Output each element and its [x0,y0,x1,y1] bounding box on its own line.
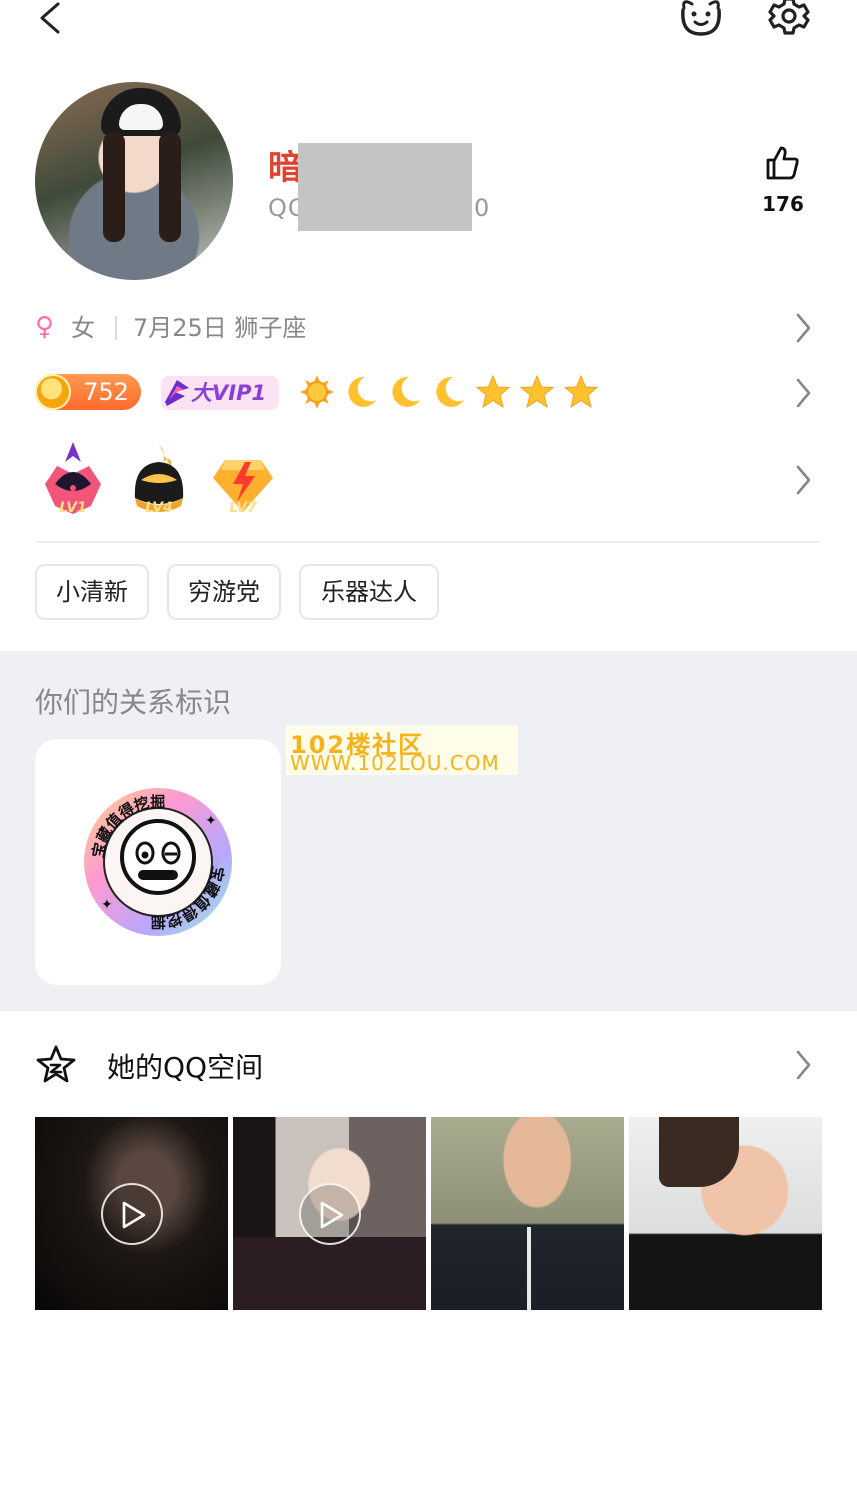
qzone-label: 她的QQ空间 [107,1051,264,1084]
like-count: 176 [762,192,804,216]
nickname: 暗 [268,148,302,188]
back-button[interactable] [30,0,74,44]
gear-icon [768,0,810,35]
photo-shirt-shape [233,1237,426,1310]
relation-badge-card[interactable]: 宝藏值得挖掘 宝藏值得挖掘 ✦ ✦ [35,739,281,985]
photo-thumbnail[interactable] [35,1117,228,1310]
watermark: 102楼社区 WWW.102LOU.COM [286,725,518,775]
sun-icon [300,375,334,409]
photo-hair-shape [659,1117,739,1187]
coin-icon [35,374,71,410]
pet-face-icon [681,0,721,36]
qzone-star-icon [36,1045,76,1083]
photo-thumbnail[interactable] [629,1117,822,1310]
avatar-hair-shape [159,132,181,242]
vip-badge: 大VIP1 [161,376,279,410]
redaction-block [298,143,472,231]
play-button[interactable] [101,1183,163,1245]
vip-wing-icon [165,380,189,406]
birthday-label: 7月25日 狮子座 [133,314,307,342]
medal-lv7: LV7 [205,440,281,520]
relation-section: 你们的关系标识 宝藏值得挖掘 宝藏值得挖掘 ✦ ✦ 102楼社区 WWW.102… [0,651,857,1011]
basic-info-row[interactable]: ♀ 女 7月25日 狮子座 [35,308,821,348]
pet-button[interactable] [676,0,726,44]
star-icon [563,374,599,409]
medal-level-label: LV7 [229,500,257,516]
thumbs-up-icon [766,146,799,180]
photo-zipper-shape [527,1227,531,1310]
medal-row[interactable]: LV1 LV4 LV7 [35,440,821,520]
photo-thumbnail[interactable] [431,1117,624,1310]
top-bar [0,0,857,56]
medal-level-label: LV1 [59,500,87,516]
tag-chip[interactable]: 穷游党 [167,564,281,620]
relation-title: 你们的关系标识 [35,686,232,719]
moon-icon [348,376,376,407]
qq-suffix: 0 [474,194,491,222]
medal-lv1: LV1 [35,440,111,520]
medal-lv4: LV4 [121,440,197,520]
star-icon [519,374,555,409]
moon-icon [392,376,420,407]
chevron-right-icon [796,465,811,495]
star-icon [475,374,511,409]
watermark-line-2: WWW.102LOU.COM [290,751,500,775]
divider [115,316,117,340]
medal-level-label: LV4 [145,500,173,516]
settings-button[interactable] [764,0,814,44]
avatar[interactable] [35,82,233,280]
play-button[interactable] [299,1183,361,1245]
coin-value: 752 [83,378,129,406]
treasure-badge-icon: 宝藏值得挖掘 宝藏值得挖掘 ✦ ✦ [84,788,232,936]
coin-badge: 752 [35,374,141,410]
qzone-photo-grid [35,1117,822,1310]
play-icon [320,1201,344,1229]
like-button[interactable]: 176 [750,140,816,220]
tag-chip[interactable]: 小清新 [35,564,149,620]
chevron-left-icon [40,2,60,34]
moon-icon [436,376,464,407]
play-icon [122,1201,146,1229]
chevron-right-icon [796,313,811,343]
photo-thumbnail[interactable] [233,1117,426,1310]
qzone-row[interactable]: 她的QQ空间 [35,1040,821,1090]
svg-text:✦: ✦ [205,813,217,829]
avatar-hair-shape [103,132,125,242]
badge-row[interactable]: 752 大VIP1 [35,372,821,416]
gender-label: 女 [71,314,95,342]
chevron-right-icon [796,1050,811,1080]
divider [35,541,821,543]
chevron-right-icon [796,378,811,408]
svg-text:✦: ✦ [101,897,113,913]
vip-label: 大VIP1 [191,381,267,405]
female-icon: ♀ [35,312,55,342]
tag-chip[interactable]: 乐器达人 [299,564,439,620]
